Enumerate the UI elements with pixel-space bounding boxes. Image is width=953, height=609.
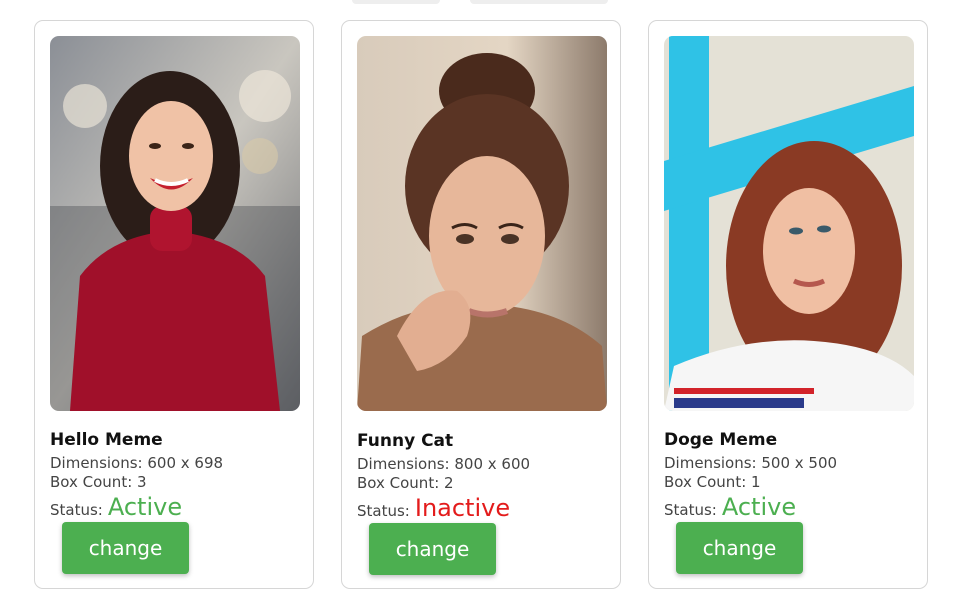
meme-card: Doge Meme Dimensions: 500 x 500 Box Coun… bbox=[648, 20, 928, 589]
meme-status: Status: Active bbox=[50, 493, 182, 521]
meme-title: Hello Meme bbox=[50, 430, 163, 450]
status-label: Status: bbox=[50, 501, 103, 519]
top-edge-fragment bbox=[352, 0, 440, 4]
meme-card: Funny Cat Dimensions: 800 x 600 Box Coun… bbox=[341, 20, 621, 589]
status-value: Active bbox=[107, 493, 183, 521]
meme-card: Hello Meme Dimensions: 600 x 698 Box Cou… bbox=[34, 20, 314, 589]
meme-dimensions: Dimensions: 600 x 698 bbox=[50, 454, 224, 472]
meme-image bbox=[664, 36, 914, 411]
meme-status: Status: Active bbox=[664, 493, 796, 521]
meme-title: Doge Meme bbox=[664, 430, 778, 450]
change-button[interactable]: change bbox=[676, 522, 803, 574]
status-label: Status: bbox=[357, 502, 410, 520]
change-button[interactable]: change bbox=[369, 523, 496, 575]
meme-box-count: Box Count: 2 bbox=[357, 474, 454, 492]
meme-card-grid: Hello Meme Dimensions: 600 x 698 Box Cou… bbox=[0, 0, 953, 609]
meme-dimensions: Dimensions: 500 x 500 bbox=[664, 454, 838, 472]
meme-box-count: Box Count: 3 bbox=[50, 473, 147, 491]
meme-image-graphic bbox=[50, 36, 300, 411]
status-label: Status: bbox=[664, 501, 717, 519]
meme-title: Funny Cat bbox=[357, 431, 454, 451]
status-value: Active bbox=[721, 493, 797, 521]
meme-dimensions: Dimensions: 800 x 600 bbox=[357, 455, 531, 473]
meme-image bbox=[357, 36, 607, 411]
meme-image-graphic bbox=[357, 36, 607, 411]
meme-image bbox=[50, 36, 300, 411]
meme-image-graphic bbox=[664, 36, 914, 411]
meme-box-count: Box Count: 1 bbox=[664, 473, 761, 491]
top-edge-fragment bbox=[470, 0, 608, 4]
meme-status: Status: Inactive bbox=[357, 494, 510, 522]
status-value: Inactive bbox=[414, 494, 511, 522]
change-button[interactable]: change bbox=[62, 522, 189, 574]
